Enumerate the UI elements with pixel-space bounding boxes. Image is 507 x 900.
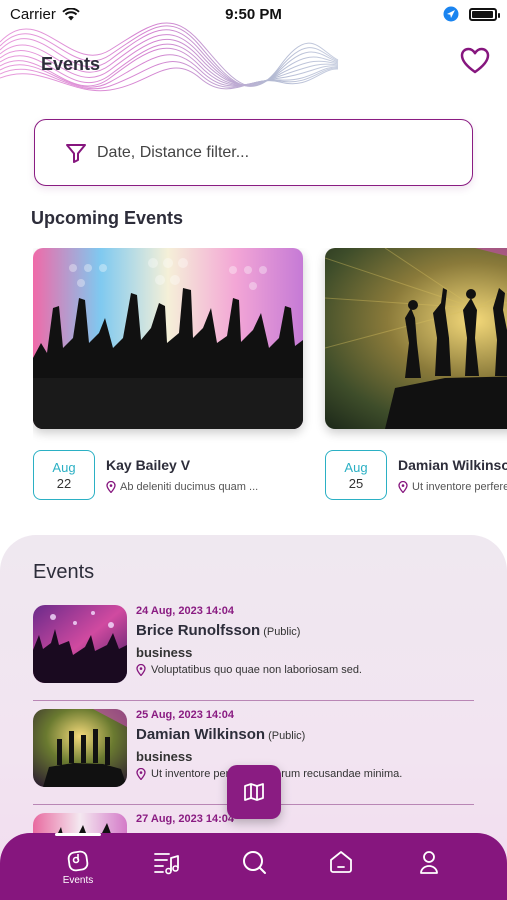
upcoming-event-name: Kay Bailey V (106, 457, 191, 473)
battery-icon (469, 7, 500, 21)
event-image (33, 248, 303, 429)
upcoming-event-meta: Aug 25 Damian Wilkinson Ut inventore per… (325, 450, 507, 500)
event-name: Brice Runolfsson (Public) (136, 622, 300, 639)
event-thumbnail (33, 605, 127, 683)
date-month: Aug (344, 460, 368, 475)
event-visibility: (Public) (268, 730, 306, 742)
upcoming-event-meta: Aug 22 Kay Bailey V Ab deleniti ducimus … (33, 450, 333, 500)
status-bar: Carrier 9:50 PM (0, 0, 507, 28)
date-day: 25 (348, 476, 364, 491)
nav-tab-music[interactable] (136, 833, 196, 900)
upcoming-event-card[interactable]: Aug 25 Damian Wilkinson Ut inventore per… (325, 248, 507, 500)
filter-placeholder: Date, Distance filter... (97, 143, 250, 161)
heart-icon (460, 47, 490, 74)
event-image (325, 248, 507, 429)
map-view-button[interactable] (227, 765, 281, 819)
nav-tab-search[interactable] (224, 833, 284, 900)
event-thumbnail (33, 709, 127, 787)
events-section-title: Events (33, 561, 95, 583)
location-arrow-icon (443, 6, 459, 22)
event-datetime: 24 Aug, 2023 14:04 (136, 605, 235, 617)
event-category: business (136, 645, 193, 660)
favorites-button[interactable] (459, 45, 491, 77)
status-left: Carrier (10, 6, 80, 23)
location-text: Ab deleniti ducimus quam ... (120, 481, 259, 493)
header: Events (0, 20, 507, 120)
event-category: business (136, 749, 193, 764)
date-badge: Aug 22 (33, 450, 95, 500)
location-text: Voluptatibus quo quae non laboriosam sed… (151, 664, 362, 676)
nav-tab-label: Events (62, 875, 94, 886)
date-day: 22 (56, 476, 72, 491)
location-text: Ut inventore perferendis (412, 481, 507, 493)
nav-tab-home[interactable] (311, 833, 371, 900)
home-icon (330, 851, 352, 873)
events-icon (67, 850, 89, 872)
event-name-text: Brice Runolfsson (136, 622, 261, 639)
location-pin-icon (136, 664, 146, 676)
event-datetime: 27 Aug, 2023 14:04 (136, 813, 235, 825)
event-name: Damian Wilkinson (Public) (136, 726, 305, 743)
event-visibility: (Public) (263, 626, 301, 638)
event-datetime: 25 Aug, 2023 14:04 (136, 709, 235, 721)
upcoming-event-location: Ab deleniti ducimus quam ... (106, 481, 258, 493)
filter-icon (66, 143, 86, 163)
carrier-label: Carrier (10, 5, 56, 23)
upcoming-events-carousel[interactable]: Aug 22 Kay Bailey V Ab deleniti ducimus … (33, 248, 507, 508)
map-icon (244, 783, 264, 801)
nav-tab-profile[interactable] (399, 833, 459, 900)
profile-icon (420, 851, 438, 874)
filter-field[interactable]: Date, Distance filter... (34, 119, 473, 186)
page-title: Events (41, 54, 101, 74)
date-badge: Aug 25 (325, 450, 387, 500)
location-pin-icon (398, 481, 408, 493)
nav-tab-events[interactable]: Events (48, 833, 108, 900)
upcoming-events-title: Upcoming Events (31, 208, 184, 228)
event-list-item[interactable]: 24 Aug, 2023 14:04 Brice Runolfsson (Publ… (33, 597, 474, 701)
event-location: Voluptatibus quo quae non laboriosam sed… (136, 664, 362, 676)
event-name-text: Damian Wilkinson (136, 726, 266, 743)
upcoming-event-name: Damian Wilkinson (398, 457, 507, 473)
bottom-navigation: Events (0, 833, 507, 900)
date-month: Aug (52, 460, 76, 475)
location-pin-icon (136, 768, 146, 780)
wifi-icon (62, 7, 80, 20)
status-right (443, 6, 500, 22)
upcoming-event-card[interactable]: Aug 22 Kay Bailey V Ab deleniti ducimus … (33, 248, 303, 500)
location-pin-icon (106, 481, 116, 493)
upcoming-event-location: Ut inventore perferendis (398, 481, 507, 493)
search-icon (243, 851, 266, 874)
music-list-icon (154, 853, 179, 875)
